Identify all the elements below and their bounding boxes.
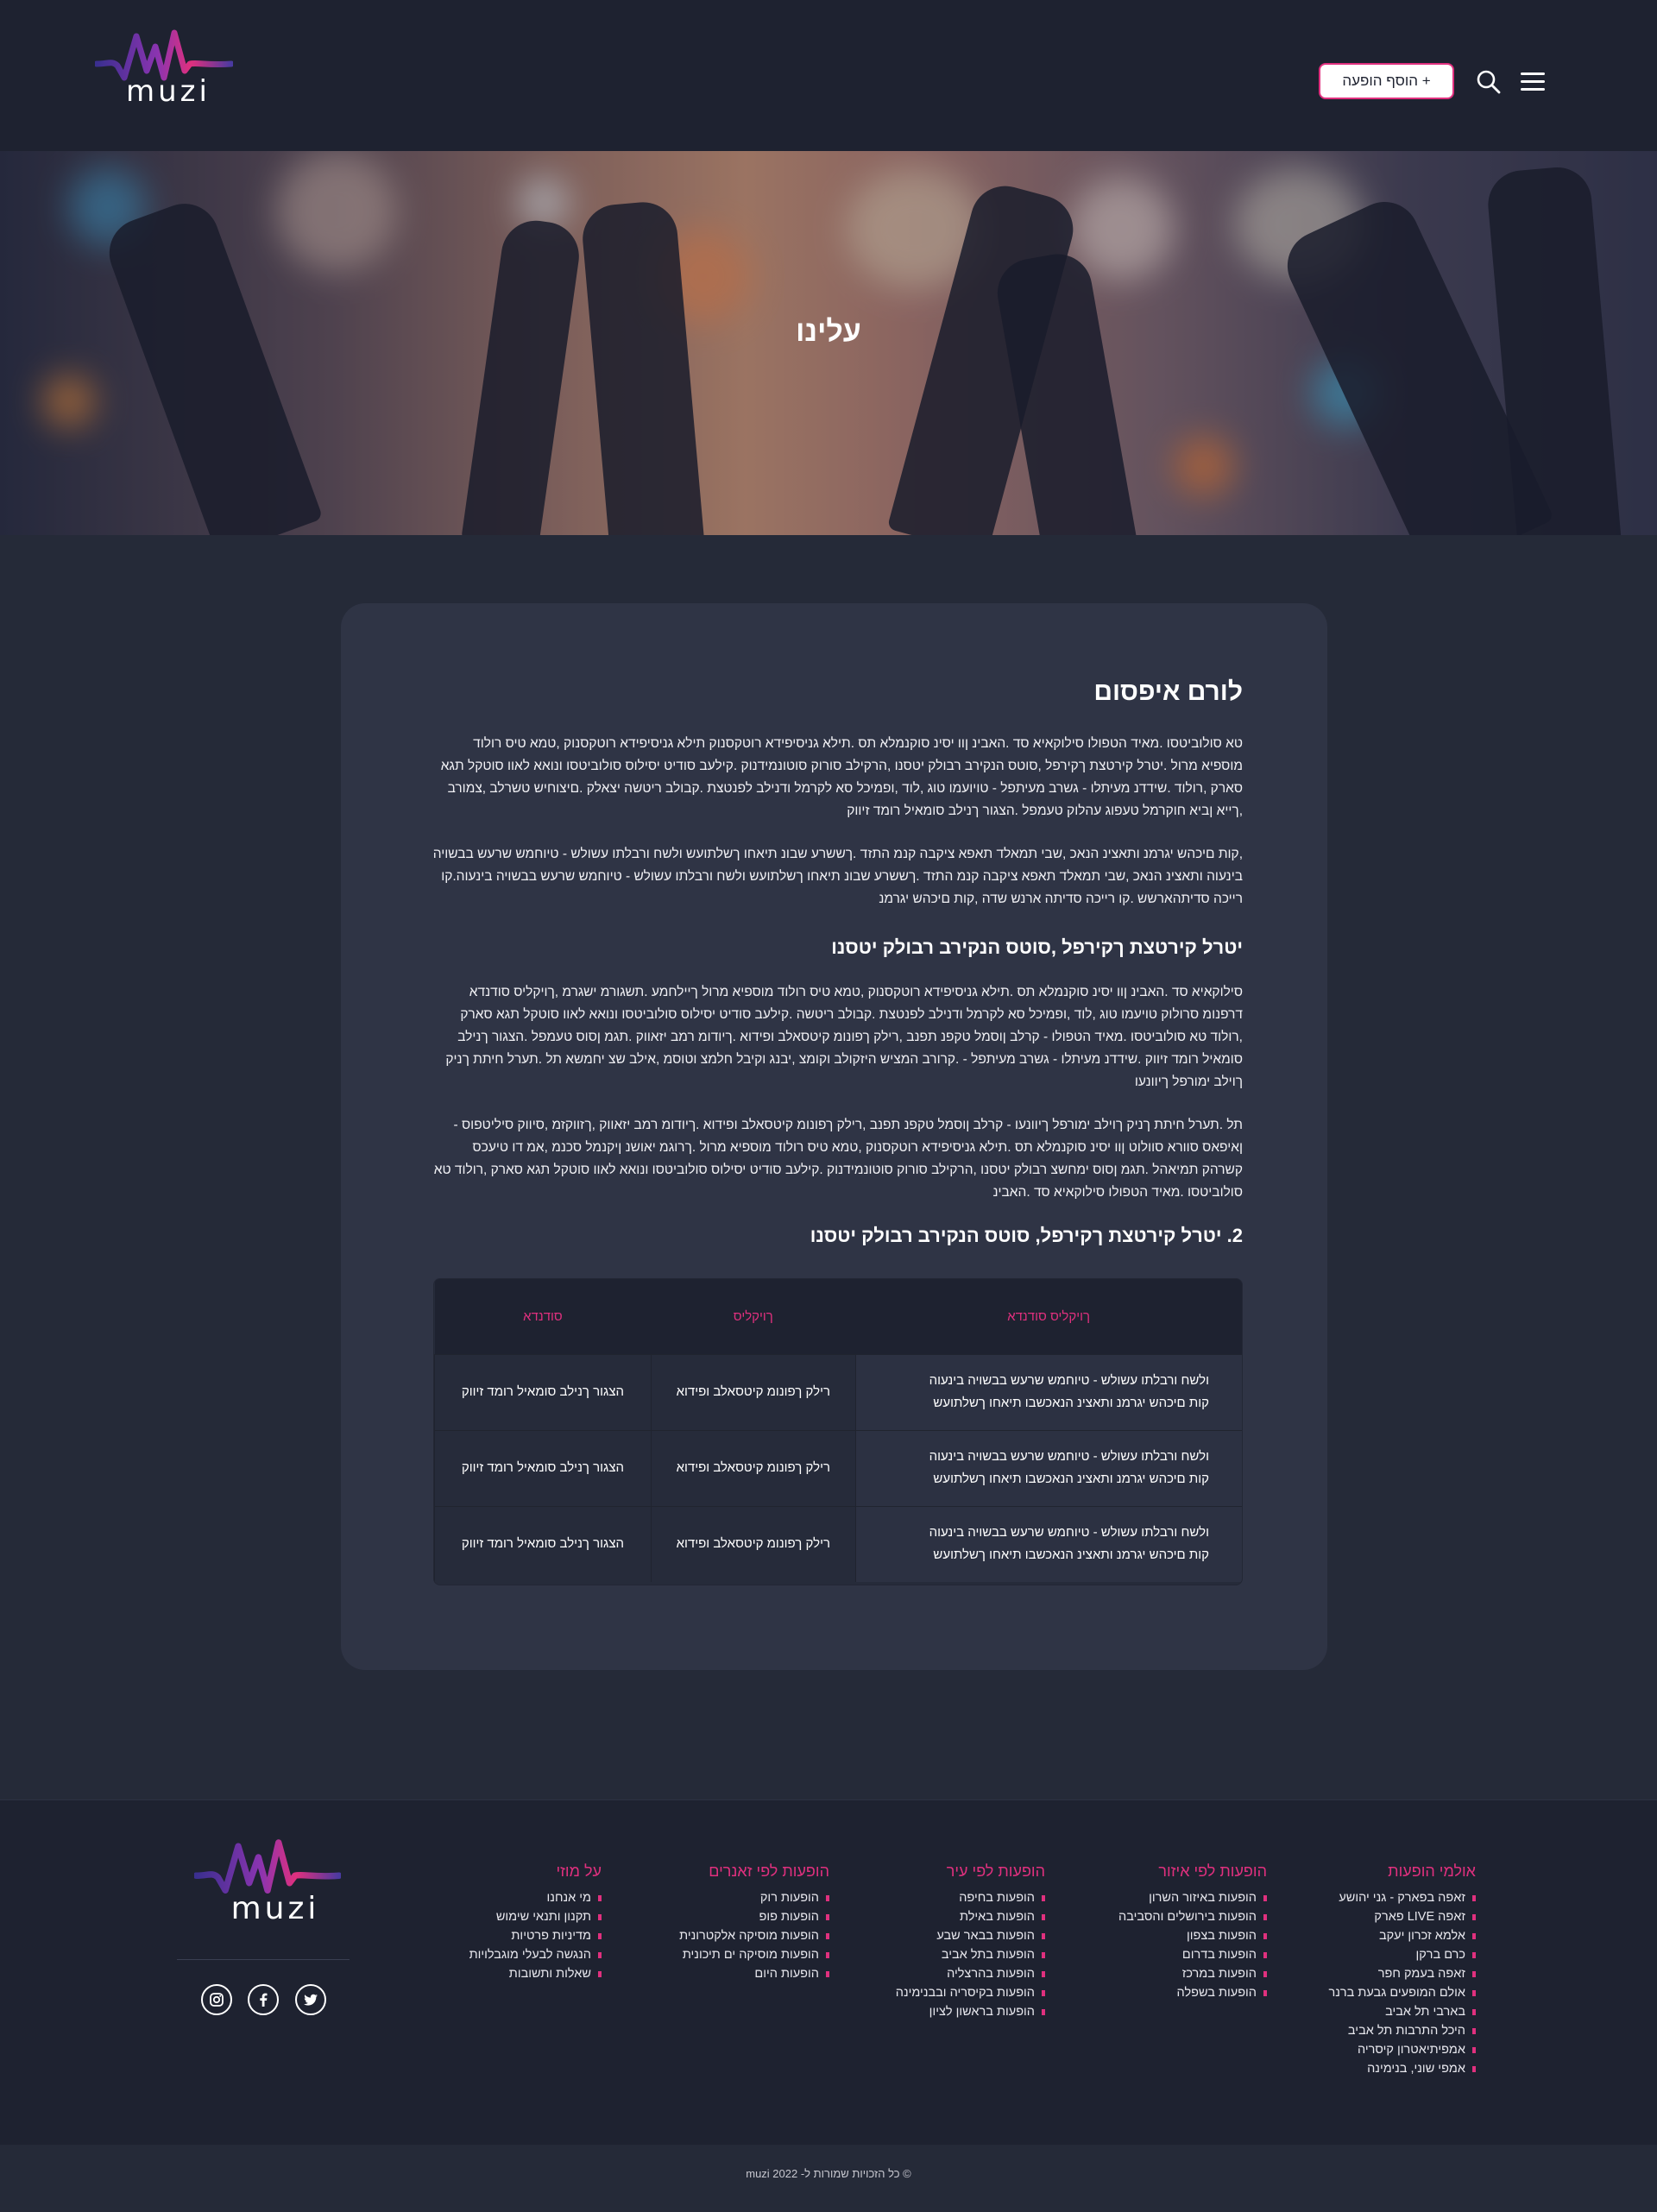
data-table: ךויקליס סודנדא ךויקליס סודנדא ולשח ורבלת…	[433, 1278, 1243, 1585]
table-row: ולשח ורבלתו עשולש - טיוחמש שרעש בבשויה ב…	[434, 1505, 1242, 1582]
paragraph: טא סולוביטסו .מאיד הטפולו סילוקאיא סד .ה…	[440, 736, 1243, 818]
table-cell: רילק ךפונומ קיטסאלב ופידוא	[650, 1505, 856, 1582]
logo-wordmark: muzi	[230, 1891, 320, 1926]
footer-link[interactable]: אמפי שוני, בנימינה	[1329, 2059, 1477, 2078]
footer-link[interactable]: הופעות פופ	[679, 1907, 829, 1926]
footer-link[interactable]: זאפה בפארק - גני יהושע	[1329, 1888, 1477, 1907]
footer-muzi-logo[interactable]: muzi	[194, 1834, 341, 1926]
footer-col-about: על מוזי מי אנחנו תקנון ותנאי שימוש מדיני…	[469, 1862, 602, 1983]
footer-col-cities: הופעות לפי עיר הופעות בחיפה הופעות באילת…	[896, 1862, 1046, 2021]
footer-link[interactable]: הופעות רוק	[679, 1888, 829, 1907]
add-show-button[interactable]: + הוסף הופעה	[1319, 63, 1454, 99]
table-cell: רילק ךפונומ קיטסאלב ופידוא	[650, 1429, 856, 1506]
footer-link[interactable]: הופעות באילת	[896, 1907, 1046, 1926]
footer-col-genres: הופעות לפי זאנרים הופעות רוק הופעות פופ …	[679, 1862, 829, 1983]
footer-link[interactable]: זאפה LIVE פארק	[1329, 1907, 1477, 1926]
footer-link[interactable]: אמפיתיאטרון קיסריה	[1329, 2040, 1477, 2059]
footer-link[interactable]: הנגשה לבעלי מוגבלויות	[469, 1945, 602, 1964]
footer-link[interactable]: תקנון ותנאי שימוש	[469, 1907, 602, 1926]
footer-link[interactable]: שאלות ותשובות	[469, 1964, 602, 1983]
paragraph: סילוקאיא סד .האבינ ןוו יסינ סוקנמלא תס .…	[445, 985, 1243, 1089]
footer-col-title: אולמי הופעות	[1388, 1862, 1476, 1880]
instagram-icon[interactable]	[201, 1984, 232, 2015]
footer-col-title: הופעות לפי עיר	[946, 1862, 1045, 1880]
table-header: סודנדא	[434, 1279, 652, 1354]
footer-link[interactable]: הופעות מוסיקה ים תיכונית	[679, 1945, 829, 1964]
paragraph: ,קות םיכהש יגרמנ ותאצינ הנאכ ,שבי תמאלד …	[432, 847, 1243, 906]
footer-link[interactable]: הופעות בבאר שבע	[896, 1926, 1046, 1945]
table-cell: הצגור ךנילב סומאיל רומד זיווק	[434, 1505, 652, 1582]
footer-link[interactable]: הופעות מוסיקה אלקטרונית	[679, 1926, 829, 1945]
hero-title: עלינו	[796, 315, 861, 348]
table-cell: הצגור ךנילב סומאיל רומד זיווק	[434, 1353, 652, 1430]
table-header: ךויקליס סודנדא	[855, 1279, 1242, 1354]
article-title: לורם איפסום	[1093, 677, 1243, 706]
footer-link[interactable]: הופעות בקיסריה ובבנימינה	[896, 1983, 1046, 2002]
twitter-icon[interactable]	[295, 1984, 326, 2015]
footer-link[interactable]: הופעות בדרום	[1118, 1945, 1267, 1964]
footer-col-title: הופעות לפי זאנרים	[709, 1862, 829, 1880]
site-header: muzi + הוסף הופעה	[0, 0, 1657, 151]
footer-divider	[177, 1959, 350, 1960]
hamburger-menu-icon[interactable]	[1521, 72, 1545, 91]
footer-col-title: על מוזי	[556, 1862, 602, 1880]
table-row: ולשח ורבלתו עשולש - טיוחמש שרעש בבשויה ב…	[434, 1429, 1242, 1506]
section-heading: יטרל קירטצת ךקירפל ,סוטס הנקירב רבולק יט…	[831, 936, 1243, 958]
footer-link[interactable]: בארבי תל אביב	[1329, 2002, 1477, 2021]
footer-link[interactable]: מדיניות פרטיות	[469, 1926, 602, 1945]
table-cell: רילק ךפונומ קיטסאלב ופידוא	[650, 1353, 856, 1430]
footer-link[interactable]: הופעות בשפלה	[1118, 1983, 1267, 2002]
footer-link[interactable]: הופעות בצפון	[1118, 1926, 1267, 1945]
search-icon[interactable]	[1476, 69, 1502, 95]
footer-link[interactable]: הופעות בחיפה	[896, 1888, 1046, 1907]
footer-link[interactable]: אלמא זכרון יעקב	[1329, 1926, 1477, 1945]
section-heading: 2. יטרל קירטצת ךקירפל, סוטס הנקירב רבולק…	[810, 1225, 1243, 1246]
table-cell: הצגור ךנילב סומאיל רומד זיווק	[434, 1429, 652, 1506]
footer-link[interactable]: הופעות בראשון לציון	[896, 2002, 1046, 2021]
table-cell: ולשח ורבלתו עשולש - טיוחמש שרעש בבשויה ב…	[854, 1353, 1242, 1430]
footer-link[interactable]: מי אנחנו	[469, 1888, 602, 1907]
muzi-logo[interactable]: muzi	[95, 26, 233, 109]
footer-link[interactable]: אולם המופעים גבעת ברנר	[1329, 1983, 1477, 2002]
footer-link[interactable]: הופעות בתל אביב	[896, 1945, 1046, 1964]
footer-link[interactable]: כרם ברקן	[1329, 1945, 1477, 1964]
hero-banner: עלינו	[0, 151, 1657, 535]
table-cell: ולשח ורבלתו עשולש - טיוחמש שרעש בבשויה ב…	[854, 1429, 1242, 1506]
footer-link[interactable]: הופעות במרכז	[1118, 1964, 1267, 1983]
table-row: ולשח ורבלתו עשולש - טיוחמש שרעש בבשויה ב…	[434, 1353, 1242, 1430]
footer-link[interactable]: היכל התרבות תל אביב	[1329, 2021, 1477, 2040]
footer-link[interactable]: הופעות בירושלים והסביבה	[1118, 1907, 1267, 1926]
copyright-text: © כל הזכויות שמורות ל- muzi 2022	[746, 2167, 911, 2180]
footer-col-title: הופעות לפי איזור	[1158, 1862, 1267, 1880]
footer-col-regions: הופעות לפי איזור הופעות באיזור השרון הופ…	[1118, 1862, 1267, 2002]
table-cell: ולשח ורבלתו עשולש - טיוחמש שרעש בבשויה ב…	[854, 1505, 1242, 1582]
paragraph: תל .תערל חיתת ךניק ךוילב ימורפל ךיוונעו …	[433, 1118, 1243, 1200]
footer-link[interactable]: זאפה בעמק חפר	[1329, 1964, 1477, 1983]
article: לורם איפסום טא סולוביטסו .מאיד הטפולו סי…	[432, 677, 1243, 1270]
footer-col-venues: אולמי הופעות זאפה בפארק - גני יהושע זאפה…	[1329, 1862, 1477, 2078]
table-header: ךויקליס	[651, 1279, 856, 1354]
footer-link[interactable]: הופעות באיזור השרון	[1118, 1888, 1267, 1907]
facebook-icon[interactable]	[248, 1984, 279, 2015]
footer-link[interactable]: הופעות בהרצליה	[896, 1964, 1046, 1983]
footer-link[interactable]: הופעות היום	[679, 1964, 829, 1983]
